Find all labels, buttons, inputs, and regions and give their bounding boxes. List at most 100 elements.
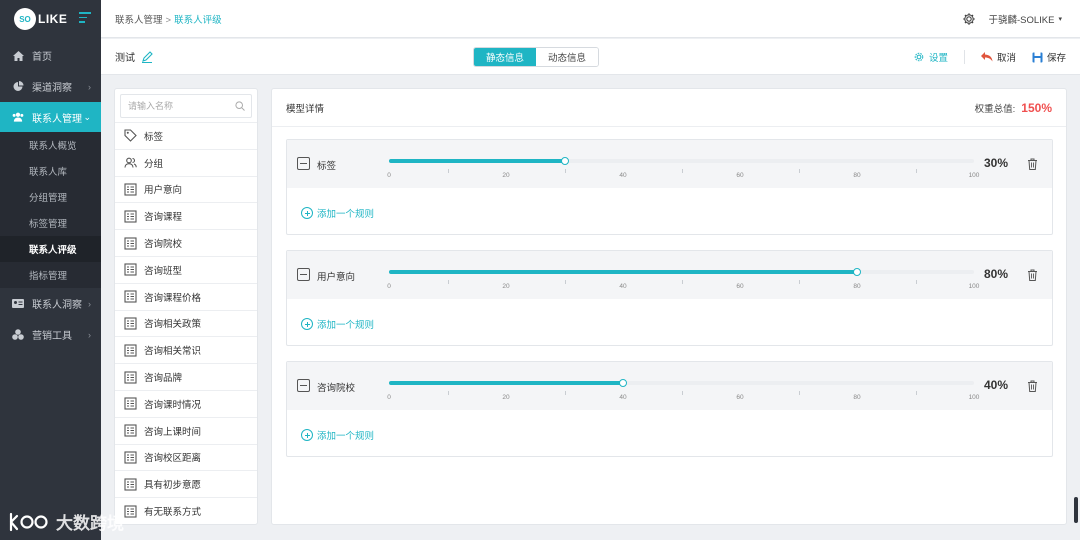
model-detail-panel: 模型详情 权重总值: 150% 标签 0 20 40 60 80 100 30% 添加一个规则用… [271, 88, 1067, 525]
save-label: 保存 [1046, 53, 1066, 64]
slider-tick [564, 280, 566, 284]
save-button[interactable]: 保存 [1032, 50, 1066, 64]
sidebar-item-channel-insight[interactable]: 渠道洞察 › [0, 71, 101, 102]
plus-circle-icon [301, 318, 313, 330]
list-item-label: 咨询课程 [144, 212, 183, 224]
form-icon [124, 263, 137, 276]
slider-tick-label: 80 [853, 283, 861, 290]
slider-tick-label: 20 [502, 283, 510, 290]
list-item[interactable]: 咨询相关常识 [115, 337, 257, 365]
list-item[interactable]: 咨询上课时间 [115, 418, 257, 445]
rule-card: 标签 0 20 40 60 80 100 30% 添加一个规则 [286, 139, 1053, 235]
sidebar-item-marketing-tools[interactable]: 营销工具 › [0, 319, 101, 350]
list-item-label: 咨询院校 [144, 239, 183, 251]
slider-tick-label: 100 [968, 394, 980, 401]
plus-circle-icon [301, 429, 313, 441]
subnav-item-overview[interactable]: 联系人概览 [0, 132, 101, 158]
list-item[interactable]: 咨询品牌 [115, 364, 257, 391]
list-item-label: 咨询相关政策 [144, 319, 202, 331]
list-item[interactable]: 咨询课程 [115, 203, 257, 231]
weight-slider[interactable]: 0 20 40 60 80 100 [387, 261, 979, 291]
form-icon [124, 344, 137, 357]
collapse-icon[interactable] [297, 268, 310, 281]
sidebar-item-label: 首页 [32, 52, 52, 63]
subnav-item-contact-library[interactable]: 联系人库 [0, 158, 101, 184]
slider-tick [564, 391, 566, 395]
id-card-icon [12, 298, 24, 310]
weight-total-label: 权重总值: [974, 104, 1016, 115]
edit-icon[interactable] [141, 50, 153, 63]
trash-icon[interactable] [1027, 158, 1038, 170]
settings-button[interactable]: 设置 [913, 50, 948, 64]
logo[interactable]: SO LIKE [0, 0, 101, 38]
list-item[interactable]: 有无联系方式 [115, 498, 257, 524]
slider-tick-label: 40 [619, 394, 627, 401]
slider-fill [389, 159, 565, 163]
slider-handle[interactable] [560, 157, 569, 165]
gear-icon[interactable] [962, 12, 976, 26]
add-rule-button[interactable]: 添加一个规则 [301, 317, 374, 331]
slider-fill [389, 270, 857, 274]
menu-toggle-icon[interactable] [79, 12, 91, 24]
add-rule-button[interactable]: 添加一个规则 [301, 206, 374, 220]
list-item[interactable]: 标签 [115, 123, 257, 150]
sidebar-item-contact-insight[interactable]: 联系人洞察 › [0, 288, 101, 319]
search-icon[interactable] [235, 101, 245, 111]
weight-total-value: 150% [1021, 101, 1052, 115]
subnav-item-tag-management[interactable]: 标签管理 [0, 210, 101, 236]
list-item[interactable]: 咨询相关政策 [115, 311, 257, 338]
tab-static-info[interactable]: 静态信息 [474, 48, 537, 66]
search-wrap [115, 89, 257, 123]
breadcrumb-parent[interactable]: 联系人管理 [115, 15, 163, 26]
add-rule-label: 添加一个规则 [317, 209, 375, 220]
list-item[interactable]: 具有初步意愿 [115, 471, 257, 499]
weight-slider[interactable]: 0 20 40 60 80 100 [387, 150, 979, 180]
list-item[interactable]: 咨询院校 [115, 230, 257, 257]
collapse-icon[interactable] [297, 379, 310, 392]
sidebar-item-contact-management[interactable]: 联系人管理 ⌄ [0, 102, 101, 132]
search-input[interactable] [128, 101, 228, 111]
list-item[interactable]: 咨询课时情况 [115, 391, 257, 418]
slider-handle[interactable] [619, 379, 627, 387]
slider-tick [798, 391, 800, 395]
tab-dynamic-info[interactable]: 动态信息 [536, 48, 599, 66]
rule-weight-value: 40% [983, 378, 1008, 392]
sidebar-item-label: 营销工具 [32, 331, 72, 342]
rule-header: 咨询院校 0 20 40 60 80 100 40% [287, 362, 1052, 410]
list-item[interactable]: 咨询班型 [115, 257, 257, 284]
sidebar-item-label: 渠道洞察 [32, 83, 72, 94]
rule-name: 标签 [317, 161, 337, 172]
trash-icon[interactable] [1027, 269, 1038, 281]
panel-title: 模型详情 [286, 103, 325, 115]
search-box [120, 94, 252, 118]
list-item[interactable]: 分组 [115, 150, 257, 177]
user-name[interactable]: 于骁麟-SOLIKE [988, 12, 1054, 26]
list-item-label: 咨询校区距离 [144, 453, 202, 465]
slider-tick [915, 280, 917, 284]
list-item[interactable]: 咨询课程价格 [115, 284, 257, 311]
subnav-item-metric-management[interactable]: 指标管理 [0, 262, 101, 288]
logo-badge: SO [14, 8, 36, 30]
caret-down-icon[interactable]: ▾ [1058, 15, 1062, 23]
trash-icon[interactable] [1027, 380, 1038, 392]
toolbar-actions: 设置 取消 保存 [897, 39, 1066, 75]
sidebar-item-home[interactable]: 首页 [0, 40, 101, 71]
list-item[interactable]: 咨询校区距离 [115, 445, 257, 472]
sidebar-item-label: 联系人管理 [32, 113, 82, 125]
slider-handle[interactable] [853, 268, 861, 276]
slider-tick-label: 60 [736, 394, 744, 401]
subnav-item-group-management[interactable]: 分组管理 [0, 184, 101, 210]
add-rule-button[interactable]: 添加一个规则 [301, 428, 374, 442]
cancel-button[interactable]: 取消 [980, 50, 1016, 64]
slider-tick-label: 0 [387, 394, 391, 401]
weight-slider[interactable]: 0 20 40 60 80 100 [387, 372, 979, 402]
rule-header: 标签 0 20 40 60 80 100 30% [287, 140, 1052, 188]
collapse-icon[interactable] [297, 157, 310, 170]
list-item-label: 咨询品牌 [144, 373, 183, 385]
slider-tick-label: 0 [387, 283, 391, 290]
page-scrollbar[interactable] [1074, 497, 1078, 523]
slider-tick [681, 169, 683, 173]
list-item[interactable]: 用户意向 [115, 177, 257, 204]
model-name: 测试 [115, 53, 135, 64]
subnav-item-contact-rating[interactable]: 联系人评级 [0, 236, 101, 262]
